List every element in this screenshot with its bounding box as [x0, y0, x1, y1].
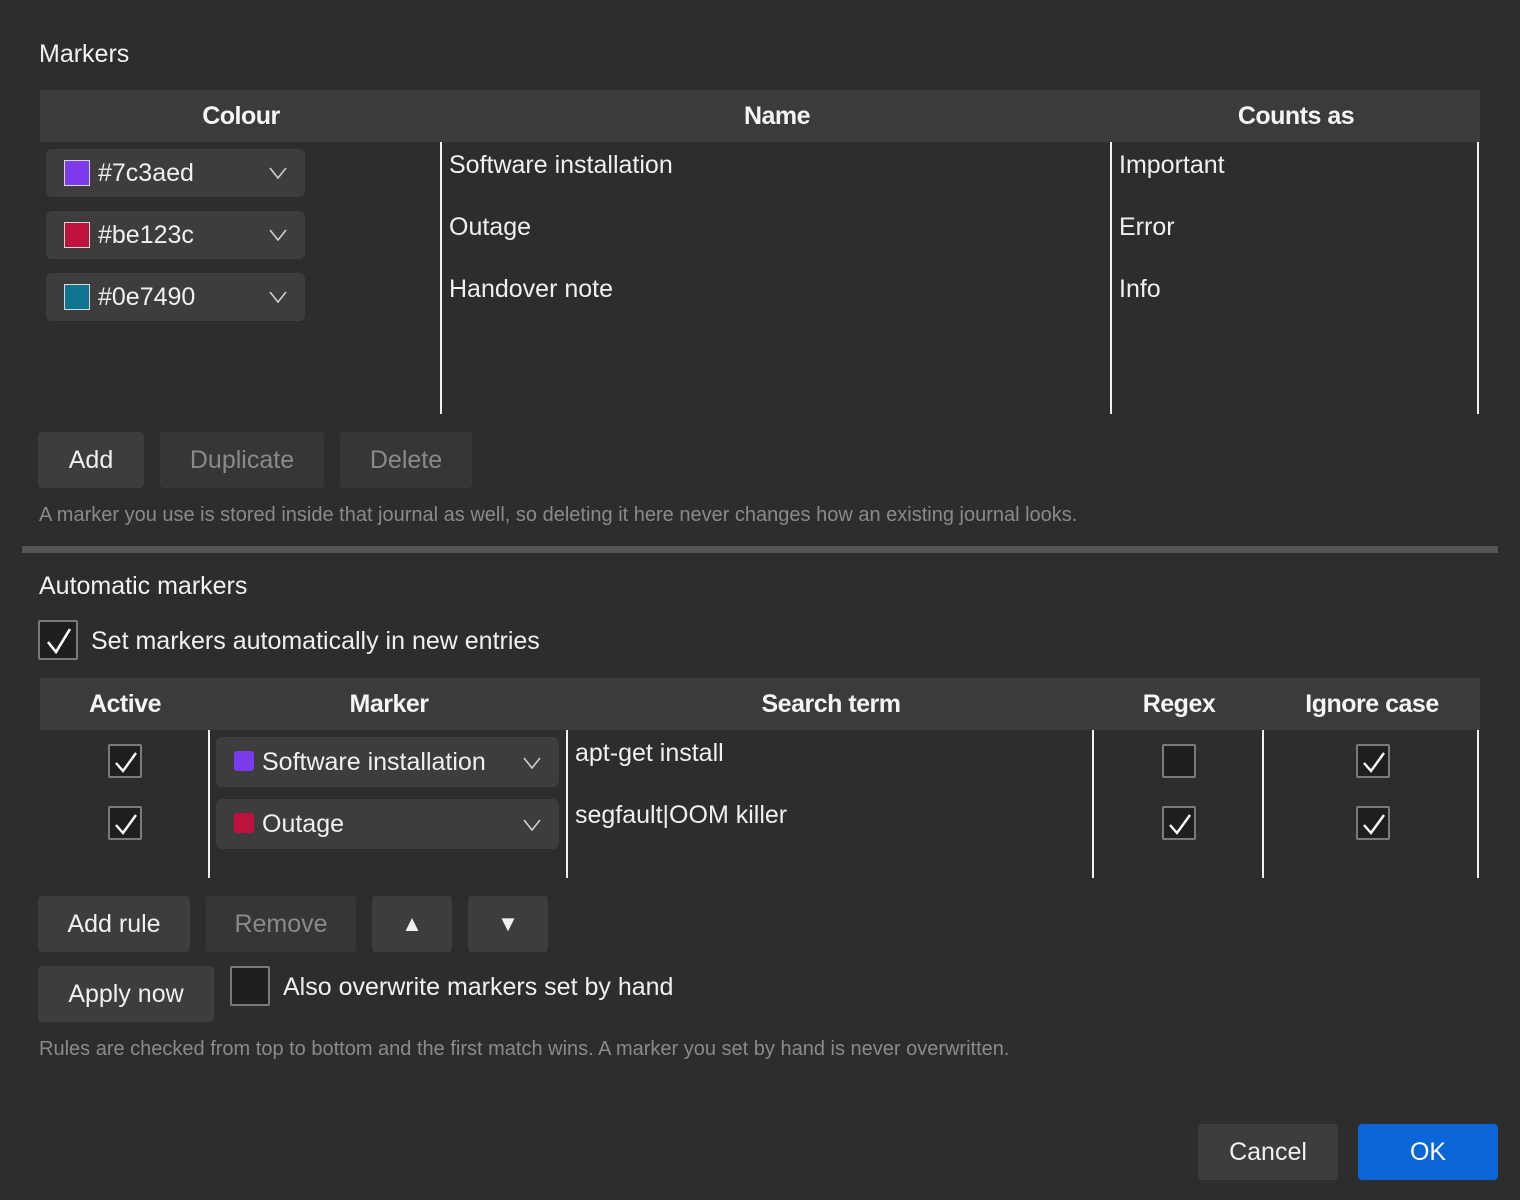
- column-divider: [1110, 142, 1112, 414]
- checkmark-icon: [115, 752, 137, 773]
- duplicate-marker-button[interactable]: Duplicate: [160, 432, 324, 488]
- markers-section-title: Markers: [39, 40, 130, 68]
- rule-search-term-row-2[interactable]: segfault|OOM killer: [575, 801, 787, 830]
- auto-markers-label[interactable]: Set markers automatically in new entries: [91, 627, 540, 656]
- column-divider: [440, 142, 442, 414]
- rule-ignore-case-checkbox-row-1[interactable]: [1356, 744, 1390, 778]
- apply-now-button[interactable]: Apply now: [38, 966, 214, 1022]
- overwrite-manual-checkbox[interactable]: [230, 966, 270, 1006]
- column-header-marker[interactable]: Marker: [210, 678, 568, 730]
- add-rule-button[interactable]: Add rule: [38, 896, 190, 952]
- colour-swatch: [64, 284, 90, 310]
- checkmark-icon: [46, 628, 72, 655]
- colour-combo-label: #7c3aed: [98, 159, 194, 187]
- column-header-regex[interactable]: Regex: [1094, 678, 1264, 730]
- marker-color-swatch: [234, 813, 254, 833]
- column-header-counts-as[interactable]: Counts as: [1112, 90, 1480, 142]
- rule-active-checkbox-row-2[interactable]: [108, 806, 142, 840]
- marker-name-row-1[interactable]: Software installation: [449, 151, 673, 180]
- colour-swatch: [64, 222, 90, 248]
- marker-counts-as-row-1[interactable]: Important: [1119, 151, 1225, 180]
- chevron-down-icon: [523, 819, 541, 831]
- column-divider: [1477, 142, 1479, 414]
- delete-marker-button[interactable]: Delete: [340, 432, 472, 488]
- rules-table-header: Active Marker Search term Regex Ignore c…: [40, 678, 1480, 730]
- rule-marker-combo-row-2[interactable]: Outage: [216, 799, 559, 849]
- rules-hint: Rules are checked from top to bottom and…: [39, 1038, 1010, 1060]
- rule-regex-checkbox-row-2[interactable]: [1162, 806, 1196, 840]
- move-up-button[interactable]: ▲: [372, 896, 452, 952]
- column-header-search-term[interactable]: Search term: [568, 678, 1094, 730]
- rule-search-term-row-1[interactable]: apt-get install: [575, 739, 724, 768]
- column-header-ignore-case[interactable]: Ignore case: [1264, 678, 1480, 730]
- markers-table-header: Colour Name Counts as: [40, 90, 1480, 142]
- marker-counts-as-row-2[interactable]: Error: [1119, 213, 1175, 242]
- automatic-markers-title: Automatic markers: [39, 572, 248, 600]
- remove-rule-button[interactable]: Remove: [206, 896, 356, 952]
- colour-combo-row-1[interactable]: #7c3aed: [46, 149, 305, 197]
- markers-hint: A marker you use is stored inside that j…: [39, 504, 1078, 526]
- chevron-down-icon: [269, 167, 287, 179]
- rule-regex-checkbox-row-1[interactable]: [1162, 744, 1196, 778]
- section-divider: [22, 546, 1498, 553]
- column-divider: [1477, 730, 1479, 878]
- chevron-down-icon: [269, 291, 287, 303]
- column-header-colour[interactable]: Colour: [40, 90, 442, 142]
- cancel-button[interactable]: Cancel: [1198, 1124, 1338, 1180]
- ok-button[interactable]: OK: [1358, 1124, 1498, 1180]
- colour-combo-label: #be123c: [98, 221, 194, 249]
- column-divider: [1262, 730, 1264, 878]
- add-marker-button[interactable]: Add: [38, 432, 144, 488]
- colour-swatch: [64, 160, 90, 186]
- rule-ignore-case-checkbox-row-2[interactable]: [1356, 806, 1390, 840]
- column-divider: [1092, 730, 1094, 878]
- checkmark-icon: [115, 814, 137, 835]
- rule-marker-label: Outage: [262, 810, 345, 838]
- overwrite-manual-label[interactable]: Also overwrite markers set by hand: [283, 973, 673, 1002]
- rule-active-checkbox-row-1[interactable]: [108, 744, 142, 778]
- colour-combo-row-2[interactable]: #be123c: [46, 211, 305, 259]
- marker-color-swatch: [234, 751, 254, 771]
- rule-marker-combo-row-1[interactable]: Software installation: [216, 737, 559, 787]
- column-divider: [208, 730, 210, 878]
- checkmark-icon: [1363, 752, 1385, 773]
- chevron-down-icon: [523, 757, 541, 769]
- marker-name-row-3[interactable]: Handover note: [449, 275, 613, 304]
- checkmark-icon: [1363, 814, 1385, 835]
- chevron-down-icon: [269, 229, 287, 241]
- colour-combo-row-3[interactable]: #0e7490: [46, 273, 305, 321]
- auto-markers-checkbox[interactable]: [38, 620, 78, 660]
- checkmark-icon: [1169, 814, 1191, 835]
- colour-combo-label: #0e7490: [98, 283, 196, 311]
- column-header-active[interactable]: Active: [40, 678, 210, 730]
- move-down-button[interactable]: ▼: [468, 896, 548, 952]
- rule-marker-label: Software installation: [262, 748, 486, 776]
- column-divider: [566, 730, 568, 878]
- column-header-name[interactable]: Name: [442, 90, 1112, 142]
- marker-name-row-2[interactable]: Outage: [449, 213, 531, 242]
- marker-counts-as-row-3[interactable]: Info: [1119, 275, 1161, 304]
